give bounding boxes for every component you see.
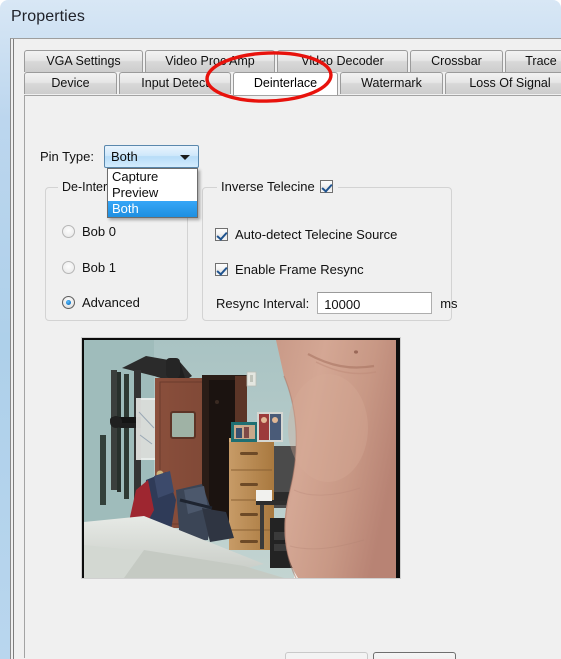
window-client-area: VGA Settings Video Proc Amp Video Decoder C… xyxy=(10,38,561,659)
webcam-frame-graphic xyxy=(84,340,400,578)
radio-icon-bob0 xyxy=(62,224,75,238)
radio-bob1[interactable]: Bob 1 xyxy=(62,258,116,276)
checkbox-auto-detect-telecine-source[interactable]: Auto-detect Telecine Source xyxy=(215,226,397,242)
resync-interval-label: Resync Interval: xyxy=(216,295,310,311)
tab-crossbar[interactable]: Crossbar xyxy=(410,50,503,72)
properties-window: Properties VGA Settings Video Proc Amp Vid… xyxy=(0,0,561,659)
radio-label-bob1: Bob 1 xyxy=(82,259,116,275)
resync-interval-unit: ms xyxy=(440,295,458,311)
start-preview-button[interactable]: Start Preview xyxy=(285,652,368,659)
tab-vga-settings[interactable]: VGA Settings xyxy=(24,50,143,72)
pin-type-label: Pin Type: xyxy=(40,149,94,164)
resync-interval-input[interactable] xyxy=(317,292,433,314)
resync-interval-row: Resync Interval: ms xyxy=(216,292,458,314)
tab-input-detect[interactable]: Input Detect xyxy=(119,72,231,94)
checkbox-label-auto-detect: Auto-detect Telecine Source xyxy=(235,226,398,242)
checkbox-enable-frame-resync[interactable]: Enable Frame Resync xyxy=(215,261,364,277)
tab-device[interactable]: Device xyxy=(24,72,117,94)
inverse-telecine-label: Inverse Telecine xyxy=(221,179,315,194)
window-titlebar: Properties xyxy=(0,0,561,38)
pin-type-combobox[interactable]: Both xyxy=(104,145,199,168)
chevron-down-icon xyxy=(180,155,190,160)
deinterlace-group-title: De-Inter xyxy=(58,180,112,194)
radio-label-bob0: Bob 0 xyxy=(82,223,116,239)
checkbox-icon-enable-frame-resync xyxy=(215,262,228,276)
tab-row-2: Device Input Detect Deinterlace Watermark Lo… xyxy=(24,72,561,95)
stop-preview-button[interactable]: Stop Preview xyxy=(373,652,456,659)
tab-video-decoder[interactable]: Video Decoder xyxy=(277,50,408,72)
video-preview-image xyxy=(84,340,400,578)
tab-row-1: VGA Settings Video Proc Amp Video Decoder C… xyxy=(24,50,561,72)
inverse-telecine-group-box: Inverse Telecine Auto-detect Telecine So… xyxy=(202,179,458,321)
radio-icon-advanced xyxy=(62,295,75,309)
checkbox-icon-inverse-telecine[interactable] xyxy=(319,180,333,193)
radio-advanced[interactable]: Advanced xyxy=(62,293,140,311)
checkbox-label-enable-frame-resync: Enable Frame Resync xyxy=(235,261,364,277)
window-title: Properties xyxy=(11,8,85,25)
inverse-telecine-group-title[interactable]: Inverse Telecine xyxy=(217,179,338,194)
tab-loss-of-signal[interactable]: Loss Of Signal xyxy=(445,72,561,94)
dropdown-option-both[interactable]: Both xyxy=(108,201,197,217)
radio-icon-bob1 xyxy=(62,260,75,274)
radio-label-advanced: Advanced xyxy=(82,294,140,310)
tab-trace[interactable]: Trace xyxy=(505,50,561,72)
pin-type-dropdown-list[interactable]: Capture Preview Both xyxy=(107,168,198,218)
checkbox-icon-auto-detect xyxy=(215,227,228,241)
tab-video-proc-amp[interactable]: Video Proc Amp xyxy=(145,50,275,72)
tab-deinterlace[interactable]: Deinterlace xyxy=(233,72,338,95)
dropdown-option-preview[interactable]: Preview xyxy=(108,185,197,201)
tab-watermark[interactable]: Watermark xyxy=(340,72,443,94)
tab-strip: VGA Settings Video Proc Amp Video Decoder C… xyxy=(24,50,561,95)
video-preview-frame xyxy=(81,337,401,579)
radio-bob0[interactable]: Bob 0 xyxy=(62,222,116,240)
pin-type-value: Both xyxy=(111,149,138,164)
client-inner: VGA Settings Video Proc Amp Video Decoder C… xyxy=(13,39,561,659)
dropdown-option-capture[interactable]: Capture xyxy=(108,169,197,185)
